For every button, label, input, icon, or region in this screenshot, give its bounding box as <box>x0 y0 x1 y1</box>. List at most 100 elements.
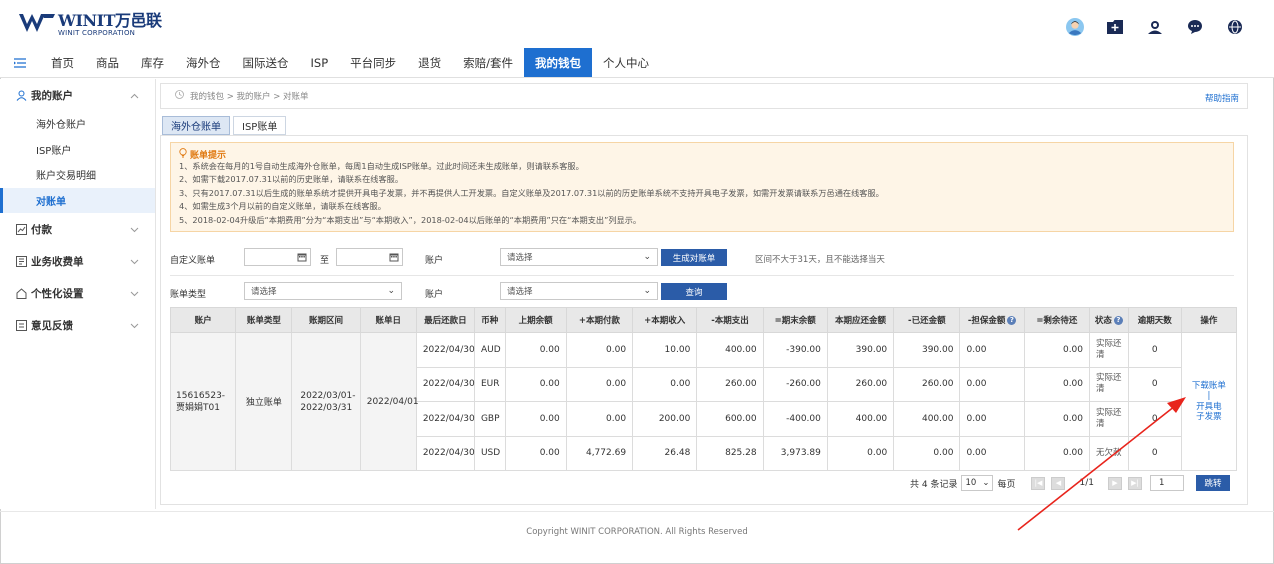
nav-international[interactable]: 国际送仓 <box>232 48 300 77</box>
payment-cell: 0.00 <box>565 366 634 402</box>
overdue-cell: 0 <box>1127 332 1182 368</box>
user-support-icon[interactable] <box>1146 18 1164 36</box>
page-size-select[interactable]: 10 ⌄ <box>961 475 994 491</box>
help-icon[interactable]: ? <box>1007 316 1017 325</box>
col-prev-balance: 上期余额 <box>504 307 567 333</box>
sidebar-group-personalization[interactable]: 个性化设置 <box>0 277 155 309</box>
col-account: 账户 <box>169 307 237 333</box>
breadcrumb-text[interactable]: 我的钱包 > 我的账户 > 对账单 <box>190 90 309 102</box>
sidebar: 我的账户 海外仓账户 ISP账户 账户交易明细 对账单 付款 业务收费单 个性化… <box>0 79 156 509</box>
account-select[interactable]: 请选择 ⌄ <box>500 248 658 266</box>
nav-overseas-warehouse[interactable]: 海外仓 <box>175 48 232 77</box>
winit-logo-icon <box>19 14 55 32</box>
col-period: 账期区间 <box>291 307 361 333</box>
nav-inventory[interactable]: 库存 <box>130 48 175 77</box>
income-cell: 26.48 <box>632 435 698 471</box>
status-cell: 实际还清 <box>1089 401 1129 437</box>
issue-invoice-link[interactable]: 开具电子发票 <box>1188 402 1230 423</box>
globe-icon[interactable] <box>1226 18 1244 36</box>
nav-personal-center[interactable]: 个人中心 <box>592 48 660 77</box>
chevron-down-icon: ⌄ <box>982 478 990 488</box>
last-page-button[interactable]: ▶| <box>1127 476 1142 490</box>
paid-cell: 0.00 <box>893 435 961 471</box>
help-link[interactable]: 帮助指南 <box>1205 92 1239 104</box>
paid-cell: 260.00 <box>893 366 961 402</box>
jump-page-input[interactable]: 1 <box>1149 475 1184 491</box>
help-icon[interactable]: ? <box>1113 316 1123 325</box>
home-icon <box>16 287 27 299</box>
query-button[interactable]: 查询 <box>661 283 727 300</box>
status-cell: 实际还清 <box>1089 366 1129 402</box>
avatar[interactable] <box>1066 18 1084 36</box>
sidebar-item-transactions[interactable]: 账户交易明细 <box>0 162 155 188</box>
start-date-input[interactable] <box>244 248 311 266</box>
period-cell: 2022/03/01-2022/03/31 <box>291 332 361 471</box>
sidebar-item-isp-account[interactable]: ISP账户 <box>0 137 155 163</box>
statement-table: 账户 账单类型 账期区间 账单日 最后还款日 币种 上期余额 +本期付款 +本期… <box>169 307 1238 471</box>
jump-button[interactable]: 跳转 <box>1195 475 1230 491</box>
chevron-down-icon <box>130 256 139 268</box>
due-date-cell: 2022/04/30 <box>415 401 475 437</box>
currency-cell: EUR <box>473 366 506 402</box>
currency-cell: GBP <box>473 401 506 437</box>
tab-overseas-bill[interactable]: 海外仓账单 <box>162 116 230 135</box>
col-actions: 操作 <box>1180 307 1238 333</box>
date-range-hint: 区间不大于31天，且不能选择当天 <box>755 255 885 265</box>
page-indicator: 1/1 <box>1079 478 1094 488</box>
chevron-up-icon <box>130 90 139 102</box>
chevron-down-icon: ⌄ <box>643 286 651 296</box>
per-page-label: 每页 <box>997 479 1016 490</box>
nav-platform-sync[interactable]: 平台同步 <box>339 48 407 77</box>
actions-cell: 下载账单 | 开具电子发票 <box>1180 332 1238 471</box>
receipt-icon <box>16 255 27 267</box>
sidebar-item-statements[interactable]: 对账单 <box>0 187 155 213</box>
account-label: 账户 <box>425 256 444 266</box>
sidebar-group-my-account[interactable]: 我的账户 <box>0 79 155 111</box>
bill-tabs: 海外仓账单 ISP账单 <box>162 116 287 135</box>
overdue-cell: 0 <box>1127 366 1182 402</box>
expense-cell: 600.00 <box>696 401 764 437</box>
sidebar-group-feedback[interactable]: 意见反馈 <box>0 309 155 341</box>
income-cell: 10.00 <box>632 332 698 368</box>
col-payment: +本期付款 <box>565 307 634 333</box>
lightbulb-icon <box>179 147 187 161</box>
next-page-button[interactable]: ▶ <box>1107 476 1122 490</box>
chat-icon[interactable] <box>1186 18 1204 36</box>
notice-line: 4、如需生成3个月以前的自定义账单，请联系在线客服。 <box>179 201 386 212</box>
menu-toggle[interactable] <box>0 48 40 77</box>
download-bill-link[interactable]: 下载账单 <box>1188 381 1230 392</box>
col-currency: 币种 <box>473 307 506 333</box>
sidebar-group-business-fees[interactable]: 业务收费单 <box>0 245 155 277</box>
paid-cell: 400.00 <box>893 401 961 437</box>
nav-products[interactable]: 商品 <box>85 48 130 77</box>
first-page-button[interactable]: |◀ <box>1031 476 1046 490</box>
account2-select[interactable]: 请选择 ⌄ <box>500 282 658 300</box>
generate-statement-button[interactable]: 生成对账单 <box>661 249 727 266</box>
account2-label: 账户 <box>425 290 444 300</box>
prev-page-button[interactable]: ◀ <box>1051 476 1066 490</box>
overdue-cell: 0 <box>1127 401 1182 437</box>
overdue-cell: 0 <box>1127 435 1182 471</box>
currency-cell: USD <box>473 435 506 471</box>
notice-title: 账单提示 <box>190 150 227 161</box>
brand-logo[interactable]: WINIT万邑联 WINIT CORPORATION <box>18 12 162 38</box>
nav-returns[interactable]: 退货 <box>407 48 452 77</box>
chevron-down-icon: ⌄ <box>643 252 651 262</box>
folder-add-icon[interactable] <box>1106 18 1124 36</box>
bill-type-select[interactable]: 请选择 ⌄ <box>244 282 402 300</box>
col-amount-due: 本期应还金额 <box>826 307 895 333</box>
end-date-input[interactable] <box>336 248 403 266</box>
sidebar-group-payment[interactable]: 付款 <box>0 213 155 245</box>
nav-isp[interactable]: ISP <box>300 48 340 77</box>
nav-home[interactable]: 首页 <box>40 48 85 77</box>
menu-icon <box>14 57 26 68</box>
nav-claims[interactable]: 索赔/套件 <box>452 48 524 77</box>
col-end-balance: =期末余额 <box>762 307 828 333</box>
status-cell: 无欠款 <box>1089 435 1129 471</box>
expense-cell: 260.00 <box>696 366 764 402</box>
sidebar-item-overseas-account[interactable]: 海外仓账户 <box>0 111 155 137</box>
payment-cell: 4,772.69 <box>565 435 634 471</box>
end-balance-cell: 3,973.89 <box>762 435 828 471</box>
nav-my-wallet[interactable]: 我的钱包 <box>524 48 593 77</box>
tab-isp-bill[interactable]: ISP账单 <box>233 116 287 135</box>
